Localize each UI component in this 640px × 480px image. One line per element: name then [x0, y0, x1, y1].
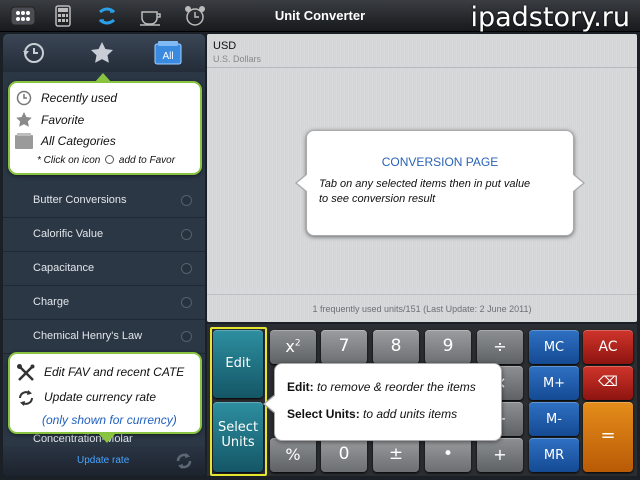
backspace-icon: ⌫ — [598, 374, 618, 390]
edit-info-callout: Edit FAV and recent CATE Update currency… — [8, 352, 202, 443]
unit-name: U.S. Dollars — [213, 54, 262, 64]
digit-7-button[interactable]: 7 — [321, 330, 367, 364]
tools-icon — [17, 364, 35, 381]
star-icon — [16, 112, 32, 127]
digit-9-button[interactable]: 9 — [425, 330, 471, 364]
list-item-label: Chemical Henry's Law — [33, 330, 143, 342]
favorite-radio[interactable] — [181, 263, 192, 274]
list-item[interactable]: Chemical Henry's Law — [3, 320, 205, 354]
edit-help-line: Edit: to remove & reorder the items — [287, 380, 476, 394]
all-folder-icon[interactable]: All — [153, 39, 183, 67]
currency-only-note: (only shown for currency) — [42, 413, 177, 427]
backspace-button[interactable]: ⌫ — [583, 366, 633, 400]
edit-help-text: to remove & reorder the items — [317, 380, 476, 394]
legend-all-label: All Categories — [41, 134, 116, 148]
legend-callout: Recently used Favorite All Categories * … — [8, 73, 202, 175]
plus-button[interactable]: + — [477, 438, 523, 472]
clock-history-icon[interactable] — [19, 39, 49, 67]
select-help-line: Select Units: to add units items — [287, 407, 457, 421]
refresh-icon[interactable] — [173, 450, 195, 472]
unit-code[interactable]: USD — [213, 40, 236, 52]
mr-label: MR — [543, 448, 565, 463]
list-item-label: Butter Conversions — [33, 194, 127, 206]
legend-note: * Click on icon add to Favor — [37, 155, 175, 166]
mplus-label: M+ — [542, 376, 566, 391]
list-item-label: Calorific Value — [33, 228, 104, 240]
callout-line: Tab on any selected items then in put va… — [319, 178, 531, 190]
edit-help-term: Edit: — [287, 380, 314, 394]
sidebar-tabs: All — [3, 34, 205, 72]
callout-title: CONVERSION PAGE — [381, 155, 499, 169]
favorite-radio[interactable] — [181, 229, 192, 240]
update-rate-link[interactable]: Update rate — [77, 455, 129, 466]
legend-recent-label: Recently used — [41, 91, 118, 105]
memory-add-button[interactable]: M+ — [529, 366, 579, 400]
status-text: 1 frequently used units/151 (Last Update… — [312, 304, 532, 314]
equals-label: = — [600, 425, 616, 446]
equals-button[interactable]: = — [583, 402, 633, 472]
digit-label: 7 — [338, 336, 350, 356]
edit-fav-label: Edit FAV and recent CATE — [44, 365, 185, 379]
divider — [207, 294, 637, 295]
divider — [207, 67, 637, 68]
memory-subtract-button[interactable]: M- — [529, 402, 579, 436]
clock-history-icon — [16, 90, 32, 106]
favorite-radio[interactable] — [181, 331, 192, 342]
mminus-label: M- — [546, 412, 562, 427]
favorite-radio[interactable] — [181, 195, 192, 206]
digit-label: 9 — [442, 336, 454, 356]
square-label: x — [285, 337, 295, 356]
percent-button[interactable]: % — [270, 438, 316, 472]
divide-button[interactable]: ÷ — [477, 330, 523, 364]
radio-circle-icon — [105, 155, 115, 164]
callout-body: Tab on any selected items then in put va… — [319, 177, 530, 207]
mc-label: MC — [543, 340, 565, 355]
digit-8-button[interactable]: 8 — [373, 330, 419, 364]
sidebar-footer: Update rate — [3, 446, 205, 476]
legend-note-before: * Click on icon — [37, 155, 101, 166]
all-tab-label: All — [162, 51, 173, 62]
callout-arrow — [94, 73, 112, 83]
list-item-label: Concentration-Molar — [33, 433, 133, 445]
digit-label: 8 — [390, 336, 402, 356]
divide-label: ÷ — [493, 337, 507, 356]
square-button[interactable]: x2 — [270, 330, 316, 364]
favorite-radio[interactable] — [181, 297, 192, 308]
refresh-icon — [19, 390, 33, 406]
callout-line: to see conversion result — [319, 193, 436, 205]
list-item[interactable]: Capacitance — [3, 252, 205, 286]
plus-minus-button[interactable]: ± — [373, 438, 419, 472]
legend-favorite-label: Favorite — [41, 113, 85, 127]
square-exponent: 2 — [294, 338, 301, 349]
list-item[interactable]: Calorific Value — [3, 218, 205, 252]
ac-label: AC — [598, 339, 618, 355]
memory-clear-button[interactable]: MC — [529, 330, 579, 364]
memory-recall-button[interactable]: MR — [529, 438, 579, 472]
legend-note-after: add to Favor — [118, 155, 176, 166]
star-icon[interactable] — [87, 39, 117, 67]
list-item-label: Capacitance — [33, 262, 95, 274]
percent-label: % — [285, 445, 301, 464]
digit-0-button[interactable]: 0 — [321, 438, 367, 472]
all-clear-button[interactable]: AC — [583, 330, 633, 364]
decimal-button[interactable]: • — [425, 438, 471, 472]
update-currency-label: Update currency rate — [44, 390, 157, 404]
digit-label: 0 — [338, 444, 350, 464]
callout-arrow — [98, 433, 116, 443]
top-bar: Unit Converter ipadstory.ru — [0, 0, 640, 33]
conversion-page-callout: CONVERSION PAGE Tab on any selected item… — [295, 130, 585, 236]
edit-highlight-frame — [210, 327, 267, 476]
select-help-text: to add units items — [363, 407, 458, 421]
all-folder-icon — [15, 133, 33, 149]
select-help-term: Select Units: — [287, 407, 360, 421]
decimal-label: • — [442, 444, 454, 464]
list-item[interactable]: Charge — [3, 286, 205, 320]
edit-select-callout: Edit: to remove & reorder the items Sele… — [263, 363, 502, 441]
plus-label: + — [493, 445, 507, 464]
list-item-label: Charge — [33, 296, 70, 308]
list-item[interactable]: Butter Conversions — [3, 184, 205, 218]
plus-minus-label: ± — [388, 444, 404, 464]
watermark-text: ipadstory.ru — [470, 2, 630, 33]
